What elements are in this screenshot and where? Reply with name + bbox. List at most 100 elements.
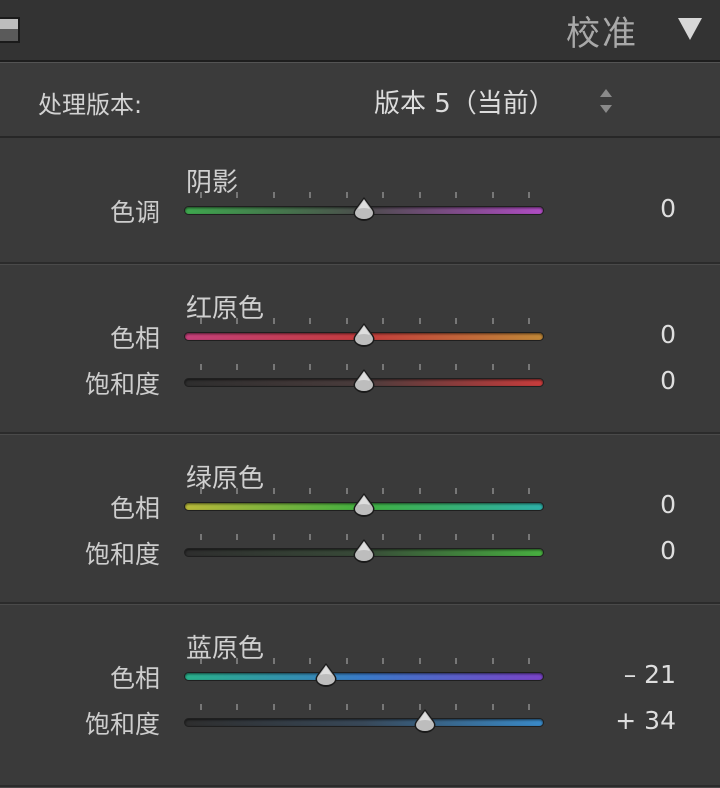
slider-tick: [345, 318, 348, 324]
panel-switch-icon[interactable]: [0, 17, 20, 43]
slider-tick: [491, 364, 494, 370]
slider-tick: [491, 318, 494, 324]
slider-label: 饱和度: [84, 370, 160, 399]
slider-tick: [309, 704, 312, 710]
slider-value[interactable]: 0: [660, 194, 676, 223]
slider-tick: [491, 704, 494, 710]
up-down-arrows-icon[interactable]: [600, 89, 612, 113]
slider-tick: [528, 658, 530, 664]
slider-label: 色相: [109, 664, 160, 693]
slider-tick: [272, 192, 275, 198]
slider-value[interactable]: 0: [660, 366, 676, 395]
slider-track[interactable]: [184, 672, 544, 681]
slider-thumb[interactable]: [351, 538, 377, 564]
slider-tick: [236, 534, 239, 540]
slider-value[interactable]: 0: [660, 490, 676, 519]
slider-tick: [309, 192, 312, 198]
slider-tick: [272, 704, 275, 710]
slider-tick: [272, 318, 275, 324]
slider-tick: [272, 364, 275, 370]
slider-tick: [272, 488, 275, 494]
collapse-triangle-icon[interactable]: [678, 18, 702, 40]
slider-tick: [236, 658, 239, 664]
slider-tick: [309, 364, 312, 370]
slider-tick: [309, 488, 312, 494]
section-1: 红原色 色相 0 饱和度 0: [0, 266, 720, 435]
slider-tick: [455, 534, 458, 540]
slider-tick: [491, 658, 494, 664]
slider-tick: [236, 704, 239, 710]
slider-tick: [528, 364, 530, 370]
slider-tick: [491, 192, 494, 198]
slider-tick: [345, 704, 348, 710]
slider-tick: [200, 704, 202, 710]
slider-tick: [418, 192, 421, 198]
slider-tick: [382, 364, 385, 370]
slider-tick: [382, 192, 385, 198]
slider-tick: [418, 364, 421, 370]
slider-tick: [200, 318, 202, 324]
slider-tick: [236, 192, 239, 198]
section-0: 阴影 色调 0: [0, 140, 720, 265]
slider-thumb[interactable]: [351, 368, 377, 394]
slider-tick: [528, 488, 530, 494]
slider-tick: [455, 364, 458, 370]
slider-tick: [272, 534, 275, 540]
panel-header[interactable]: 校准: [0, 0, 720, 62]
slider-tick: [418, 658, 421, 664]
slider-tick: [345, 534, 348, 540]
slider-tick: [455, 318, 458, 324]
slider-thumb[interactable]: [412, 708, 438, 734]
slider-tick: [528, 704, 530, 710]
slider-thumb[interactable]: [351, 196, 377, 222]
slider-tick: [236, 318, 239, 324]
slider-tick: [200, 658, 202, 664]
slider-tick: [236, 488, 239, 494]
slider-tick: [309, 318, 312, 324]
slider-tick: [418, 488, 421, 494]
slider-ticks: [200, 658, 530, 664]
slider-tick: [345, 488, 348, 494]
slider-label: 色调: [109, 198, 160, 227]
slider-tick: [345, 192, 348, 198]
slider-tick: [528, 318, 530, 324]
slider-value[interactable]: 0: [660, 536, 676, 565]
slider-thumb[interactable]: [351, 322, 377, 348]
slider-tick: [309, 658, 312, 664]
section-3: 蓝原色 色相 – 21 饱和度 + 34: [0, 606, 720, 788]
slider-tick: [528, 534, 530, 540]
slider-tick: [382, 534, 385, 540]
slider-tick: [236, 364, 239, 370]
slider-tick: [200, 534, 202, 540]
slider-label: 色相: [109, 324, 160, 353]
slider-label: 饱和度: [84, 710, 160, 739]
slider-tick: [382, 658, 385, 664]
slider-label: 饱和度: [84, 540, 160, 569]
slider-tick: [382, 704, 385, 710]
slider-tick: [345, 364, 348, 370]
slider-value[interactable]: + 34: [615, 706, 676, 735]
slider-value[interactable]: 0: [660, 320, 676, 349]
slider-tick: [455, 658, 458, 664]
process-version-row: 处理版本: 版本 5（当前）: [0, 62, 720, 138]
slider-tick: [418, 534, 421, 540]
slider-tick: [382, 488, 385, 494]
slider-tick: [200, 364, 202, 370]
slider-ticks: [200, 704, 530, 710]
process-version-label: 处理版本:: [38, 91, 143, 119]
panel-title: 校准: [566, 14, 638, 54]
slider-label: 色相: [109, 494, 160, 523]
slider-thumb[interactable]: [313, 662, 339, 688]
process-version-select[interactable]: 版本 5（当前）: [374, 83, 555, 120]
slider-tick: [455, 488, 458, 494]
slider-tick: [455, 704, 458, 710]
slider-tick: [455, 192, 458, 198]
slider-value[interactable]: – 21: [624, 660, 676, 689]
slider-tick: [382, 318, 385, 324]
slider-tick: [491, 534, 494, 540]
section-2: 绿原色 色相 0 饱和度 0: [0, 436, 720, 605]
slider-track[interactable]: [184, 718, 544, 727]
slider-tick: [528, 192, 530, 198]
slider-tick: [491, 488, 494, 494]
slider-thumb[interactable]: [351, 492, 377, 518]
